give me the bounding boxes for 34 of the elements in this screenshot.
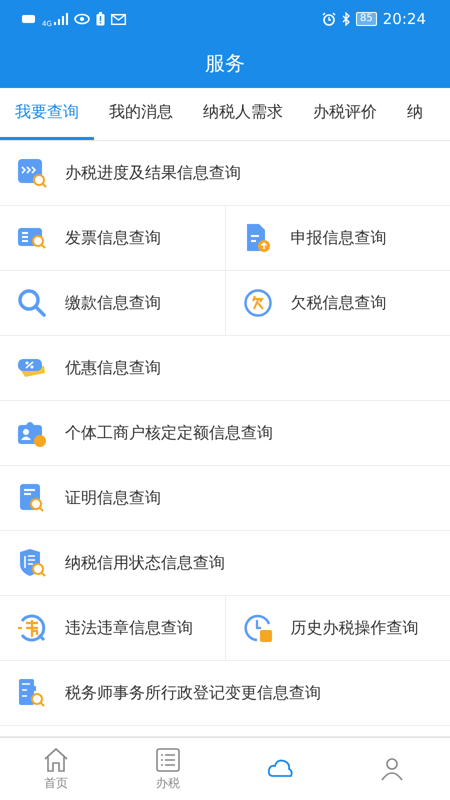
shield-search-icon <box>17 548 47 578</box>
query-item[interactable]: 违法违章信息查询 <box>0 596 224 660</box>
clock-time: 20:24 <box>382 10 426 28</box>
badge-search-icon <box>17 678 47 708</box>
battery-alert-icon <box>96 12 105 26</box>
signal-icon <box>54 13 68 25</box>
query-item[interactable]: 优惠信息查询 <box>0 336 450 400</box>
query-item[interactable]: 申报信息查询 <box>224 206 450 270</box>
query-item[interactable]: 发票信息查询 <box>0 206 224 270</box>
mail-icon <box>110 14 126 24</box>
circle-search-icon <box>17 613 47 643</box>
battery-level: 85 <box>356 12 377 26</box>
query-item[interactable]: 历史办税操作查询 <box>224 596 450 660</box>
query-item[interactable]: 纳税信用状态信息查询 <box>0 531 450 595</box>
query-item[interactable]: 欠税信息查询 <box>224 271 450 335</box>
tab[interactable]: 纳 <box>392 88 438 140</box>
tab[interactable]: 我的消息 <box>94 88 188 140</box>
query-item[interactable]: 办税进度及结果信息查询 <box>0 141 450 205</box>
tab[interactable]: 纳税人需求 <box>188 88 298 140</box>
bluetooth-icon <box>342 12 350 26</box>
query-item[interactable]: 个体工商户核定定额信息查询 <box>0 401 450 465</box>
query-item[interactable]: 缴款信息查询 <box>0 271 224 335</box>
clock-icon <box>242 613 272 643</box>
chevrons-search-icon <box>17 158 47 188</box>
alarm-icon <box>322 12 336 26</box>
query-item[interactable]: 税务师事务所行政登记变更信息查询 <box>0 661 450 725</box>
page-title: 服务 <box>205 50 245 76</box>
nav-item[interactable]: 首页 <box>0 738 112 800</box>
nav-item[interactable]: 办税 <box>112 738 224 800</box>
circle-character-icon <box>242 288 272 318</box>
eye-icon <box>74 13 90 25</box>
tab[interactable]: 办税评价 <box>298 88 392 140</box>
query-item[interactable]: 证明信息查询 <box>0 466 450 530</box>
search-icon <box>17 288 47 318</box>
